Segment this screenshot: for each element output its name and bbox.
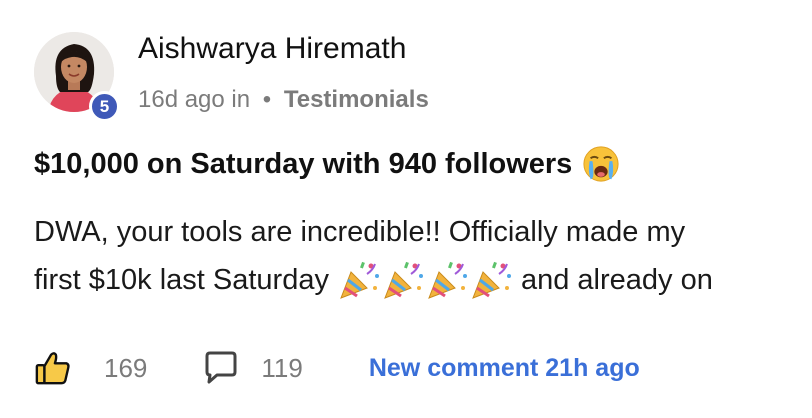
post-card: 5 Aishwarya Hiremath 16d ago in • Testim…: [0, 0, 812, 418]
thumbs-up-icon[interactable]: [34, 349, 72, 387]
post-title-text: $10,000 on Saturday with 940 followers: [34, 147, 573, 180]
comment-count: 119: [261, 352, 303, 383]
party-emoji-group: [337, 258, 513, 302]
new-comment-link[interactable]: New comment 21h ago: [369, 354, 640, 383]
party-popper-icon: [384, 261, 423, 299]
post-body-line: first $10k last Saturday and already on: [34, 256, 804, 304]
post-footer: 169 119 New comment 21h ago: [34, 346, 640, 390]
crying-face-icon: [583, 146, 619, 182]
post-body: DWA, your tools are incredible!! Officia…: [34, 208, 804, 304]
like-count: 169: [104, 352, 148, 383]
post-body-line1: DWA, your tools are incredible!! Officia…: [34, 216, 686, 248]
time-ago: 16d ago in: [138, 86, 251, 113]
party-popper-icon: [428, 261, 467, 299]
level-badge: 5: [89, 91, 120, 122]
post-body-line2-end: and already on: [520, 264, 713, 296]
post-meta: 16d ago in • Testimonials: [138, 86, 429, 114]
comment-icon[interactable]: [201, 348, 241, 388]
post-body-line: DWA, your tools are incredible!! Officia…: [34, 208, 804, 256]
meta-separator: •: [262, 86, 272, 113]
party-popper-icon: [340, 261, 379, 299]
category-link[interactable]: Testimonials: [284, 86, 429, 113]
post-title[interactable]: $10,000 on Saturday with 940 followers: [34, 145, 620, 183]
avatar-container[interactable]: 5: [34, 32, 120, 122]
post-body-line2-start: first $10k last Saturday: [34, 264, 329, 296]
author-name[interactable]: Aishwarya Hiremath: [138, 32, 406, 66]
party-popper-icon: [472, 261, 511, 299]
